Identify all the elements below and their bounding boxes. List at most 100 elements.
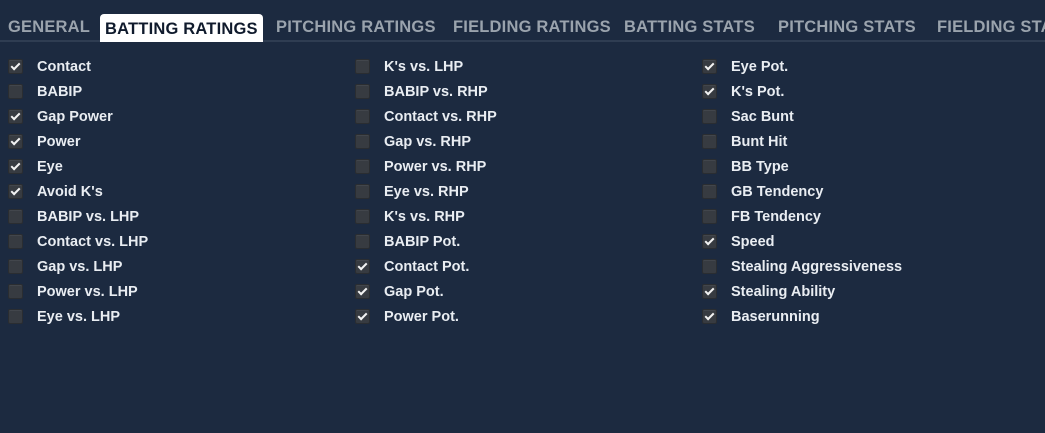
option-label: Eye vs. RHP (384, 183, 469, 200)
option-gap-power[interactable]: Gap Power (8, 104, 148, 129)
option-label: Power (37, 133, 81, 150)
option-baserunning[interactable]: Baserunning (702, 304, 902, 329)
option-power-vs-lhp[interactable]: Power vs. LHP (8, 279, 148, 304)
checkbox-unchecked[interactable] (355, 109, 370, 124)
option-label: Avoid K's (37, 183, 103, 200)
option-label: BABIP (37, 83, 83, 100)
option-label: Gap Pot. (384, 283, 444, 300)
checkbox-checked[interactable] (702, 59, 717, 74)
option-contact-vs-lhp[interactable]: Contact vs. LHP (8, 229, 148, 254)
option-eye-vs-lhp[interactable]: Eye vs. LHP (8, 304, 148, 329)
option-babip-vs-lhp[interactable]: BABIP vs. LHP (8, 204, 148, 229)
option-bb-type[interactable]: BB Type (702, 154, 902, 179)
checkbox-unchecked[interactable] (355, 209, 370, 224)
checkbox-checked[interactable] (8, 159, 23, 174)
checkbox-unchecked[interactable] (355, 234, 370, 249)
option-label: Gap vs. RHP (384, 133, 472, 150)
checkbox-checked[interactable] (8, 134, 23, 149)
option-babip[interactable]: BABIP (8, 79, 148, 104)
checkbox-checked[interactable] (702, 234, 717, 249)
checkbox-unchecked[interactable] (355, 184, 370, 199)
checkbox-checked[interactable] (702, 284, 717, 299)
option-speed[interactable]: Speed (702, 229, 902, 254)
option-gb-tendency[interactable]: GB Tendency (702, 179, 902, 204)
checkbox-checked[interactable] (702, 309, 717, 324)
checkbox-unchecked[interactable] (8, 259, 23, 274)
tab-bar: GENERAL BATTING RATINGS PITCHING RATINGS… (0, 0, 1045, 42)
checkbox-checked[interactable] (8, 184, 23, 199)
checkbox-column-2: K's vs. LHP BABIP vs. RHP Contact vs. RH… (355, 54, 497, 329)
tab-pitching-ratings[interactable]: PITCHING RATINGS (276, 14, 436, 40)
option-babip-pot[interactable]: BABIP Pot. (355, 229, 497, 254)
option-power[interactable]: Power (8, 129, 148, 154)
checkbox-unchecked[interactable] (8, 84, 23, 99)
tab-fielding-stats[interactable]: FIELDING STA (937, 14, 1045, 40)
checkbox-checked[interactable] (8, 109, 23, 124)
tab-fielding-ratings[interactable]: FIELDING RATINGS (453, 14, 611, 40)
option-label: Gap vs. LHP (37, 258, 123, 275)
tab-batting-ratings[interactable]: BATTING RATINGS (100, 14, 263, 42)
option-label: Bunt Hit (731, 133, 788, 150)
option-stealing-ability[interactable]: Stealing Ability (702, 279, 902, 304)
option-label: Stealing Ability (731, 283, 836, 300)
checkbox-unchecked[interactable] (8, 284, 23, 299)
option-label: Eye vs. LHP (37, 308, 121, 325)
option-label: K's vs. RHP (384, 208, 465, 225)
option-sac-bunt[interactable]: Sac Bunt (702, 104, 902, 129)
option-stealing-aggressiveness[interactable]: Stealing Aggressiveness (702, 254, 902, 279)
checkbox-unchecked[interactable] (702, 134, 717, 149)
option-bunt-hit[interactable]: Bunt Hit (702, 129, 902, 154)
option-power-vs-rhp[interactable]: Power vs. RHP (355, 154, 497, 179)
option-label: Power Pot. (384, 308, 459, 325)
tab-general[interactable]: GENERAL (8, 14, 90, 40)
checkbox-unchecked[interactable] (8, 209, 23, 224)
option-gap-vs-lhp[interactable]: Gap vs. LHP (8, 254, 148, 279)
option-label: Speed (731, 233, 775, 250)
checkbox-unchecked[interactable] (702, 209, 717, 224)
checkbox-checked[interactable] (8, 59, 23, 74)
option-ks-pot[interactable]: K's Pot. (702, 79, 902, 104)
option-gap-vs-rhp[interactable]: Gap vs. RHP (355, 129, 497, 154)
option-eye-pot[interactable]: Eye Pot. (702, 54, 902, 79)
checkbox-unchecked[interactable] (355, 84, 370, 99)
option-contact-pot[interactable]: Contact Pot. (355, 254, 497, 279)
option-label: Sac Bunt (731, 108, 794, 125)
option-label: BB Type (731, 158, 789, 175)
option-label: K's vs. LHP (384, 58, 464, 75)
checkbox-column-3: Eye Pot. K's Pot. Sac Bunt Bunt Hit BB T… (702, 54, 902, 329)
option-label: Contact Pot. (384, 258, 470, 275)
option-eye[interactable]: Eye (8, 154, 148, 179)
checkbox-checked[interactable] (355, 309, 370, 324)
tab-pitching-stats[interactable]: PITCHING STATS (778, 14, 916, 40)
checkbox-unchecked[interactable] (355, 134, 370, 149)
checkbox-checked[interactable] (355, 284, 370, 299)
tab-batting-stats[interactable]: BATTING STATS (624, 14, 755, 40)
option-label: Contact vs. LHP (37, 233, 149, 250)
option-contact-vs-rhp[interactable]: Contact vs. RHP (355, 104, 497, 129)
option-label: Stealing Aggressiveness (731, 258, 903, 275)
checkbox-unchecked[interactable] (702, 159, 717, 174)
checkbox-unchecked[interactable] (702, 259, 717, 274)
option-ks-vs-rhp[interactable]: K's vs. RHP (355, 204, 497, 229)
checkbox-unchecked[interactable] (702, 184, 717, 199)
checkbox-unchecked[interactable] (8, 234, 23, 249)
checkbox-unchecked[interactable] (702, 109, 717, 124)
checkbox-unchecked[interactable] (355, 59, 370, 74)
option-label: Contact (37, 58, 91, 75)
checkbox-unchecked[interactable] (355, 159, 370, 174)
checkbox-checked[interactable] (355, 259, 370, 274)
option-fb-tendency[interactable]: FB Tendency (702, 204, 902, 229)
option-label: BABIP Pot. (384, 233, 461, 250)
option-label: Power vs. RHP (384, 158, 487, 175)
option-gap-pot[interactable]: Gap Pot. (355, 279, 497, 304)
option-avoid-ks[interactable]: Avoid K's (8, 179, 148, 204)
option-babip-vs-rhp[interactable]: BABIP vs. RHP (355, 79, 497, 104)
option-power-pot[interactable]: Power Pot. (355, 304, 497, 329)
option-contact[interactable]: Contact (8, 54, 148, 79)
option-ks-vs-lhp[interactable]: K's vs. LHP (355, 54, 497, 79)
checkbox-unchecked[interactable] (8, 309, 23, 324)
option-label: Baserunning (731, 308, 820, 325)
option-eye-vs-rhp[interactable]: Eye vs. RHP (355, 179, 497, 204)
option-label: Power vs. LHP (37, 283, 138, 300)
checkbox-checked[interactable] (702, 84, 717, 99)
